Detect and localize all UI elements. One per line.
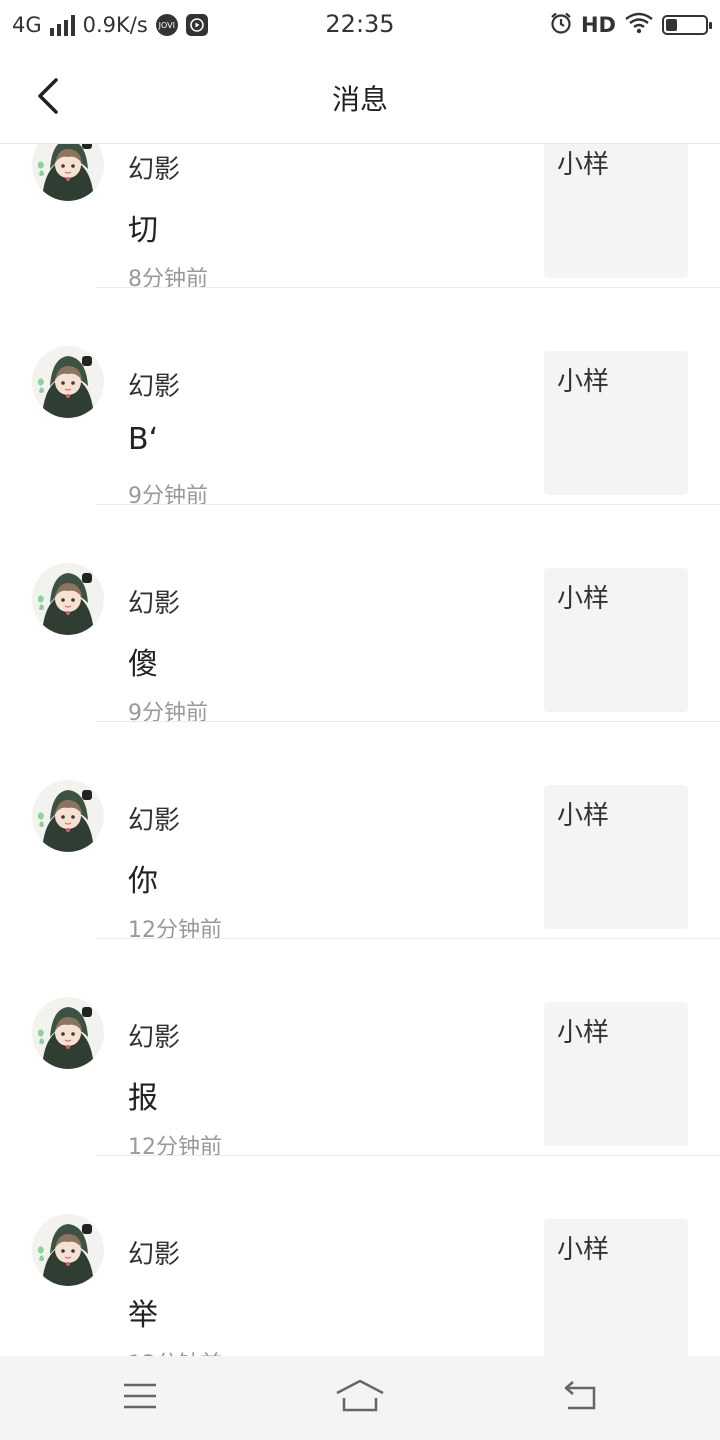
status-bar: 4G 0.9K/s JOVI 22:35 HD xyxy=(0,0,720,52)
battery-icon xyxy=(662,15,712,35)
message-text: 傻 xyxy=(128,647,158,682)
message-item[interactable]: 幻影 切 8分钟前 小样 xyxy=(0,144,720,292)
content-preview[interactable]: 小样 xyxy=(544,785,688,929)
preview-text: 小样 xyxy=(557,1235,610,1265)
content-preview[interactable]: 小样 xyxy=(544,1002,688,1146)
avatar[interactable] xyxy=(32,780,104,852)
message-text: 你 xyxy=(128,864,158,899)
message-list[interactable]: 幻影 切 8分钟前 小样 幻影 B‘ 9分钟前 小样 幻影 傻 9分钟前 小样 … xyxy=(0,144,720,1356)
avatar[interactable] xyxy=(32,997,104,1069)
alarm-icon xyxy=(549,11,573,40)
return-button[interactable] xyxy=(550,1374,610,1422)
sender-name: 幻影 xyxy=(128,1023,181,1053)
preview-text: 小样 xyxy=(557,584,610,614)
message-text: 切 xyxy=(128,213,158,248)
preview-text: 小样 xyxy=(557,150,610,180)
home-icon xyxy=(335,1379,385,1417)
message-item[interactable]: 幻影 B‘ 9分钟前 小样 xyxy=(0,288,720,509)
sender-name: 幻影 xyxy=(128,1240,181,1270)
preview-text: 小样 xyxy=(557,1018,610,1048)
home-button[interactable] xyxy=(330,1374,390,1422)
avatar[interactable] xyxy=(32,563,104,635)
menu-button[interactable] xyxy=(110,1374,170,1422)
app-header: 消息 xyxy=(0,52,720,144)
message-item[interactable]: 幻影 报 12分钟前 小样 xyxy=(0,939,720,1160)
preview-text: 小样 xyxy=(557,801,610,831)
system-nav-bar xyxy=(0,1356,720,1440)
page-title: 消息 xyxy=(331,83,388,116)
content-preview[interactable]: 小样 xyxy=(544,1219,688,1356)
menu-icon xyxy=(122,1382,158,1414)
avatar[interactable] xyxy=(32,1214,104,1286)
message-item[interactable]: 幻影 你 12分钟前 小样 xyxy=(0,722,720,943)
avatar[interactable] xyxy=(32,144,104,201)
message-text: B‘ xyxy=(128,422,159,457)
sender-name: 幻影 xyxy=(128,589,181,619)
content-preview[interactable]: 小样 xyxy=(544,568,688,712)
message-time: 13分钟前 xyxy=(128,1346,222,1356)
return-icon xyxy=(560,1380,600,1416)
content-preview[interactable]: 小样 xyxy=(544,144,688,278)
message-item[interactable]: 幻影 傻 9分钟前 小样 xyxy=(0,505,720,726)
message-item[interactable]: 幻影 举 13分钟前 小样 xyxy=(0,1156,720,1356)
preview-text: 小样 xyxy=(557,367,610,397)
content-preview[interactable]: 小样 xyxy=(544,351,688,495)
sender-name: 幻影 xyxy=(128,372,181,402)
message-text: 举 xyxy=(128,1298,158,1333)
avatar[interactable] xyxy=(32,346,104,418)
message-text: 报 xyxy=(128,1081,158,1116)
hd-indicator: HD xyxy=(580,13,616,37)
sender-name: 幻影 xyxy=(128,806,181,836)
status-right: HD xyxy=(549,10,712,40)
sender-name: 幻影 xyxy=(128,155,181,185)
wifi-icon xyxy=(624,12,654,39)
